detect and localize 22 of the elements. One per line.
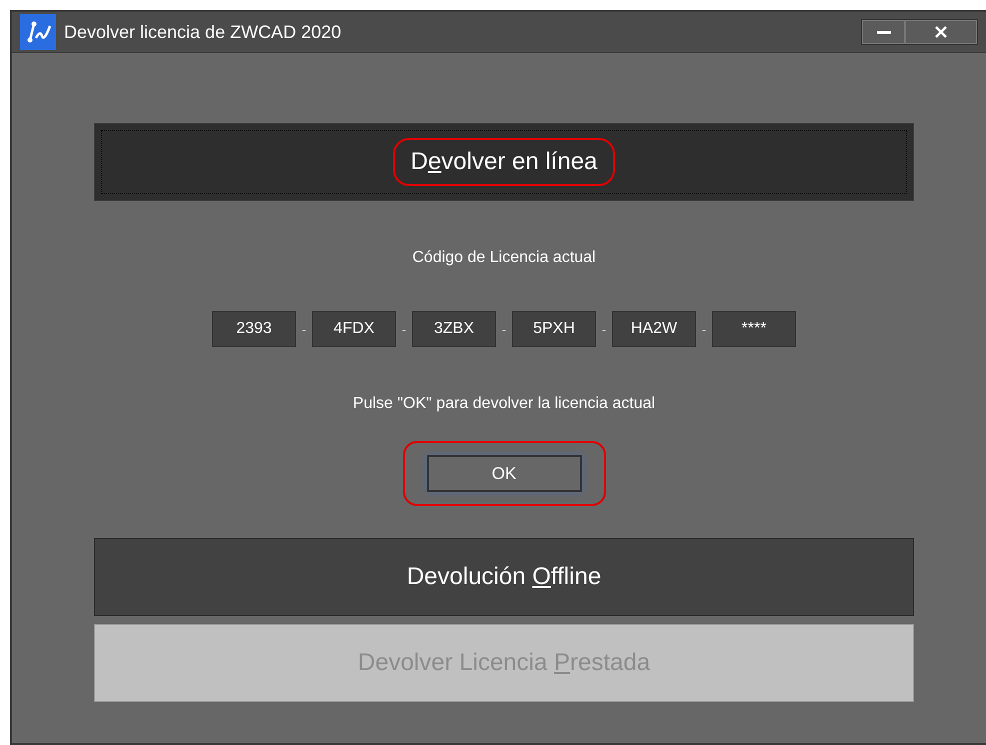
- app-icon: [20, 14, 56, 50]
- separator: -: [600, 322, 608, 336]
- section-button[interactable]: Devolución Offline: [94, 538, 914, 616]
- minimize-button[interactable]: [862, 20, 905, 44]
- close-icon: [935, 26, 947, 38]
- code-field[interactable]: ****: [712, 311, 796, 347]
- close-button[interactable]: [905, 20, 977, 44]
- separator: -: [700, 322, 708, 336]
- code-field[interactable]: 4FDX: [312, 311, 396, 347]
- ok-button[interactable]: OK: [426, 455, 582, 492]
- code-field[interactable]: 2393: [212, 311, 296, 347]
- section-button[interactable]: Devolver en línea: [94, 123, 914, 201]
- separator: -: [400, 322, 408, 336]
- separator: -: [500, 322, 508, 336]
- code-field[interactable]: HA2W: [612, 311, 696, 347]
- instruction-text: Pulse "OK" para devolver la licencia actual: [352, 395, 656, 413]
- window-title: Devolver licencia de ZWCAD 2020: [64, 22, 342, 42]
- minimize-icon: [876, 30, 890, 34]
- code-field[interactable]: 5PXH: [512, 311, 596, 347]
- separator: -: [300, 322, 308, 336]
- code-field[interactable]: 3ZBX: [412, 311, 496, 347]
- code-label: Código de Licencia actual: [412, 249, 596, 267]
